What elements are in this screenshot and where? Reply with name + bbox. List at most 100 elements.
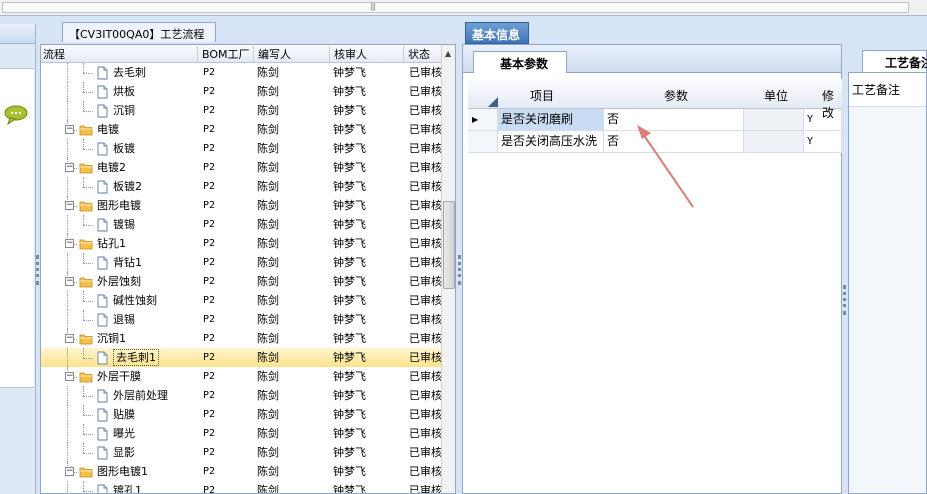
tree-row[interactable]: − 图形电镀1 P2 陈剑 钟梦飞 已审核 <box>41 462 441 481</box>
tree-node[interactable]: 去毛刺1 <box>95 348 159 367</box>
collapse-toggle-icon[interactable]: − <box>65 239 74 248</box>
collapse-toggle-icon[interactable]: − <box>65 201 74 210</box>
col-header-flow[interactable]: 流程 <box>41 46 65 62</box>
corner-select-icon[interactable] <box>488 97 498 107</box>
tree-node[interactable]: − 电镀2 <box>65 158 126 177</box>
tree-connector-line <box>83 310 84 320</box>
tree-connector-line <box>83 177 84 187</box>
left-splitter-handle[interactable] <box>36 255 39 285</box>
col-header-author[interactable]: 编写人 <box>253 46 291 62</box>
tree-node[interactable]: − 外层干膜 <box>65 367 141 386</box>
col-header-param[interactable]: 参数 <box>664 87 688 104</box>
tree-node[interactable]: 沉铜 <box>95 101 135 120</box>
middle-splitter-handle[interactable] <box>458 255 461 285</box>
top-scrollbar[interactable]: ||| <box>0 0 927 16</box>
tree-node[interactable]: − 图形电镀 <box>65 196 141 215</box>
tree-row[interactable]: 板镀 P2 陈剑 钟梦飞 已审核 <box>41 139 441 158</box>
status-cell: 已审核 <box>409 484 441 494</box>
scroll-up-icon[interactable]: ▲ <box>445 49 451 58</box>
tree-row[interactable]: − 电镀2 P2 陈剑 钟梦飞 已审核 <box>41 158 441 177</box>
col-header-unit[interactable]: 单位 <box>764 87 788 104</box>
tree-row[interactable]: 烘板 P2 陈剑 钟梦飞 已审核 <box>41 82 441 101</box>
collapse-toggle-icon[interactable]: − <box>65 277 74 286</box>
tree-node[interactable]: − 电镀 <box>65 120 119 139</box>
tab-basic-params[interactable]: 基本参数 <box>473 51 567 73</box>
tree-row[interactable]: 去毛刺 P2 陈剑 钟梦飞 已审核 <box>41 63 441 82</box>
tree-row[interactable]: 碱性蚀刻 P2 陈剑 钟梦飞 已审核 <box>41 291 441 310</box>
status-cell: 已审核 <box>409 142 441 155</box>
tab-process-notes[interactable]: 工艺备注 <box>862 50 927 72</box>
tree-row[interactable]: 镀孔1 P2 陈剑 钟梦飞 已审核 <box>41 481 441 494</box>
tree-connector-line <box>83 187 93 188</box>
col-header-status[interactable]: 状态 <box>403 46 430 62</box>
tree-row[interactable]: 曝光 P2 陈剑 钟梦飞 已审核 <box>41 424 441 443</box>
tree-vertical-scrollbar[interactable]: ▲ <box>441 45 455 493</box>
col-header-reviewer[interactable]: 核审人 <box>329 46 367 62</box>
tree-row[interactable]: − 钻孔1 P2 陈剑 钟梦飞 已审核 <box>41 234 441 253</box>
status-cell: 已审核 <box>409 370 441 383</box>
tree-node[interactable]: 去毛刺 <box>95 63 146 82</box>
col-header-bom[interactable]: BOM工厂 <box>197 46 250 62</box>
tree-node[interactable]: 退锡 <box>95 310 135 329</box>
row-indicator[interactable]: ▶ <box>468 109 498 130</box>
tree-node[interactable]: 板镀2 <box>95 177 142 196</box>
tree-row[interactable]: − 外层干膜 P2 陈剑 钟梦飞 已审核 <box>41 367 441 386</box>
tree-connector-line <box>83 396 93 397</box>
chat-bubble-icon[interactable] <box>4 105 28 125</box>
bom-cell: P2 <box>203 162 216 173</box>
tree-row[interactable]: − 沉铜1 P2 陈剑 钟梦飞 已审核 <box>41 329 441 348</box>
tree-row[interactable]: − 电镀 P2 陈剑 钟梦飞 已审核 <box>41 120 441 139</box>
tree-node[interactable]: 外层前处理 <box>95 386 168 405</box>
tree-node[interactable]: 背钻1 <box>95 253 142 272</box>
bom-cell: P2 <box>203 333 216 344</box>
tree-node[interactable]: 板镀 <box>95 139 135 158</box>
collapse-toggle-icon[interactable]: − <box>65 334 74 343</box>
collapse-toggle-icon[interactable]: − <box>65 163 74 172</box>
tree-row[interactable]: − 外层蚀刻 P2 陈剑 钟梦飞 已审核 <box>41 272 441 291</box>
status-cell: 已审核 <box>409 294 441 307</box>
tree-row[interactable]: 退锡 P2 陈剑 钟梦飞 已审核 <box>41 310 441 329</box>
tree-node[interactable]: 贴膜 <box>95 405 135 424</box>
tree-node[interactable]: 碱性蚀刻 <box>95 291 157 310</box>
tree-row[interactable]: 外层前处理 P2 陈剑 钟梦飞 已审核 <box>41 386 441 405</box>
tree-row[interactable]: 镀锡 P2 陈剑 钟梦飞 已审核 <box>41 215 441 234</box>
tree-connector-line <box>83 111 93 112</box>
tree-row[interactable]: 贴膜 P2 陈剑 钟梦飞 已审核 <box>41 405 441 424</box>
tree-row[interactable]: 去毛刺1 P2 陈剑 钟梦飞 已审核 <box>41 348 441 367</box>
tree-row[interactable]: 沉铜 P2 陈剑 钟梦飞 已审核 <box>41 101 441 120</box>
collapse-toggle-icon[interactable]: − <box>65 467 74 476</box>
tree-connector-line <box>67 177 68 196</box>
right-splitter-handle[interactable] <box>843 285 846 315</box>
tree-node[interactable]: − 沉铜1 <box>65 329 126 348</box>
tree-row[interactable]: − 图形电镀 P2 陈剑 钟梦飞 已审核 <box>41 196 441 215</box>
tree-node[interactable]: 显影 <box>95 443 135 462</box>
tree-row[interactable]: 板镀2 P2 陈剑 钟梦飞 已审核 <box>41 177 441 196</box>
bom-cell: P2 <box>203 466 216 477</box>
reviewer-cell: 钟梦飞 <box>333 370 366 383</box>
tab-process-flow[interactable]: 【CV3IT00QA0】工艺流程 <box>62 22 216 42</box>
tree-connector-line <box>67 310 68 329</box>
tree-row[interactable]: 背钻1 P2 陈剑 钟梦飞 已审核 <box>41 253 441 272</box>
tree-node[interactable]: 镀孔1 <box>95 481 142 493</box>
notes-header: 工艺备注 <box>849 73 926 107</box>
tree-row[interactable]: 显影 P2 陈剑 钟梦飞 已审核 <box>41 443 441 462</box>
bom-cell: P2 <box>203 276 216 287</box>
tree-node[interactable]: − 图形电镀1 <box>65 462 148 481</box>
scroll-thumb[interactable] <box>443 201 455 289</box>
author-cell: 陈剑 <box>257 66 279 79</box>
col-header-item[interactable]: 项目 <box>530 87 554 104</box>
tree-connector-line <box>83 491 93 492</box>
tree-connector-line <box>83 443 84 453</box>
scroll-track[interactable] <box>2 2 909 13</box>
collapse-toggle-icon[interactable]: − <box>65 372 74 381</box>
row-indicator[interactable] <box>468 131 498 152</box>
tree-node[interactable]: − 外层蚀刻 <box>65 272 141 291</box>
tree-node[interactable]: 镀锡 <box>95 215 135 234</box>
reviewer-cell: 钟梦飞 <box>333 237 366 250</box>
collapse-toggle-icon[interactable]: − <box>65 125 74 134</box>
status-cell: 已审核 <box>409 199 441 212</box>
tree-node[interactable]: 烘板 <box>95 82 135 101</box>
tree-node[interactable]: − 钻孔1 <box>65 234 126 253</box>
tree-node[interactable]: 曝光 <box>95 424 135 443</box>
tab-basic-info[interactable]: 基本信息 <box>465 22 529 44</box>
